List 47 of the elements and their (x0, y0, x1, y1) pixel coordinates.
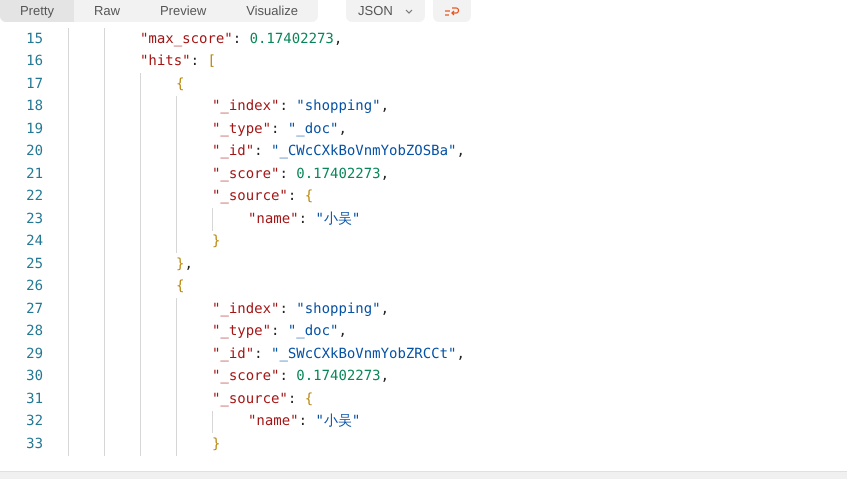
code-line: "_type": "_doc", (212, 322, 347, 342)
code-line: "_source": { (212, 187, 314, 206)
line-number: 26 (25, 277, 43, 296)
line-number: 20 (25, 142, 43, 162)
line-number: 30 (25, 367, 43, 386)
code-line: "_score": 0.17402273, (212, 367, 390, 386)
code-line: "_score": 0.17402273, (212, 164, 390, 184)
line-number: 29 (25, 344, 43, 364)
line-number: 15 (25, 30, 43, 49)
view-tab[interactable]: Visualize (226, 0, 318, 22)
line-number: 33 (25, 434, 43, 454)
code-line: "max_score": 0.17402273, (140, 30, 342, 49)
line-number: 28 (25, 322, 43, 342)
line-number: 25 (25, 254, 43, 274)
code-line: "name": "小吴" (248, 412, 360, 432)
wrap-icon (444, 5, 460, 17)
code-line: "_id": "_SWcCXkBoVnmYobZRCCt", (212, 344, 465, 364)
code-line: { (176, 74, 184, 94)
line-number: 17 (25, 74, 43, 94)
line-number: 32 (25, 412, 43, 432)
code-line: { (176, 277, 184, 296)
wrap-lines-button[interactable] (432, 0, 471, 22)
code-line: "hits": [ (140, 52, 216, 72)
line-number: 27 (25, 300, 43, 319)
code-line: "name": "小吴" (248, 210, 360, 229)
line-number: 31 (25, 390, 43, 409)
code-line: "_index": "shopping", (212, 97, 390, 116)
view-tab[interactable]: Preview (140, 0, 226, 22)
line-number: 22 (25, 187, 43, 206)
chevron-down-icon (404, 8, 413, 14)
view-tab[interactable]: Pretty (0, 0, 74, 22)
view-tab[interactable]: Raw (74, 0, 140, 22)
code-line: } (212, 434, 220, 454)
code-line: "_id": "_CWcCXkBoVnmYobZOSBa", (212, 142, 465, 162)
code-line: } (212, 232, 220, 252)
code-line: "_index": "shopping", (212, 300, 390, 319)
line-number: 21 (25, 164, 43, 184)
code-line: "_type": "_doc", (212, 120, 347, 139)
line-number: 19 (25, 120, 43, 139)
line-number: 18 (25, 97, 43, 116)
line-number: 23 (25, 210, 43, 229)
code-line: "_source": { (212, 390, 314, 409)
line-number: 16 (25, 52, 43, 72)
code-line: }, (176, 254, 193, 274)
format-dropdown[interactable]: JSON (346, 0, 425, 22)
line-number: 24 (25, 232, 43, 252)
horizontal-scrollbar[interactable] (0, 471, 847, 479)
